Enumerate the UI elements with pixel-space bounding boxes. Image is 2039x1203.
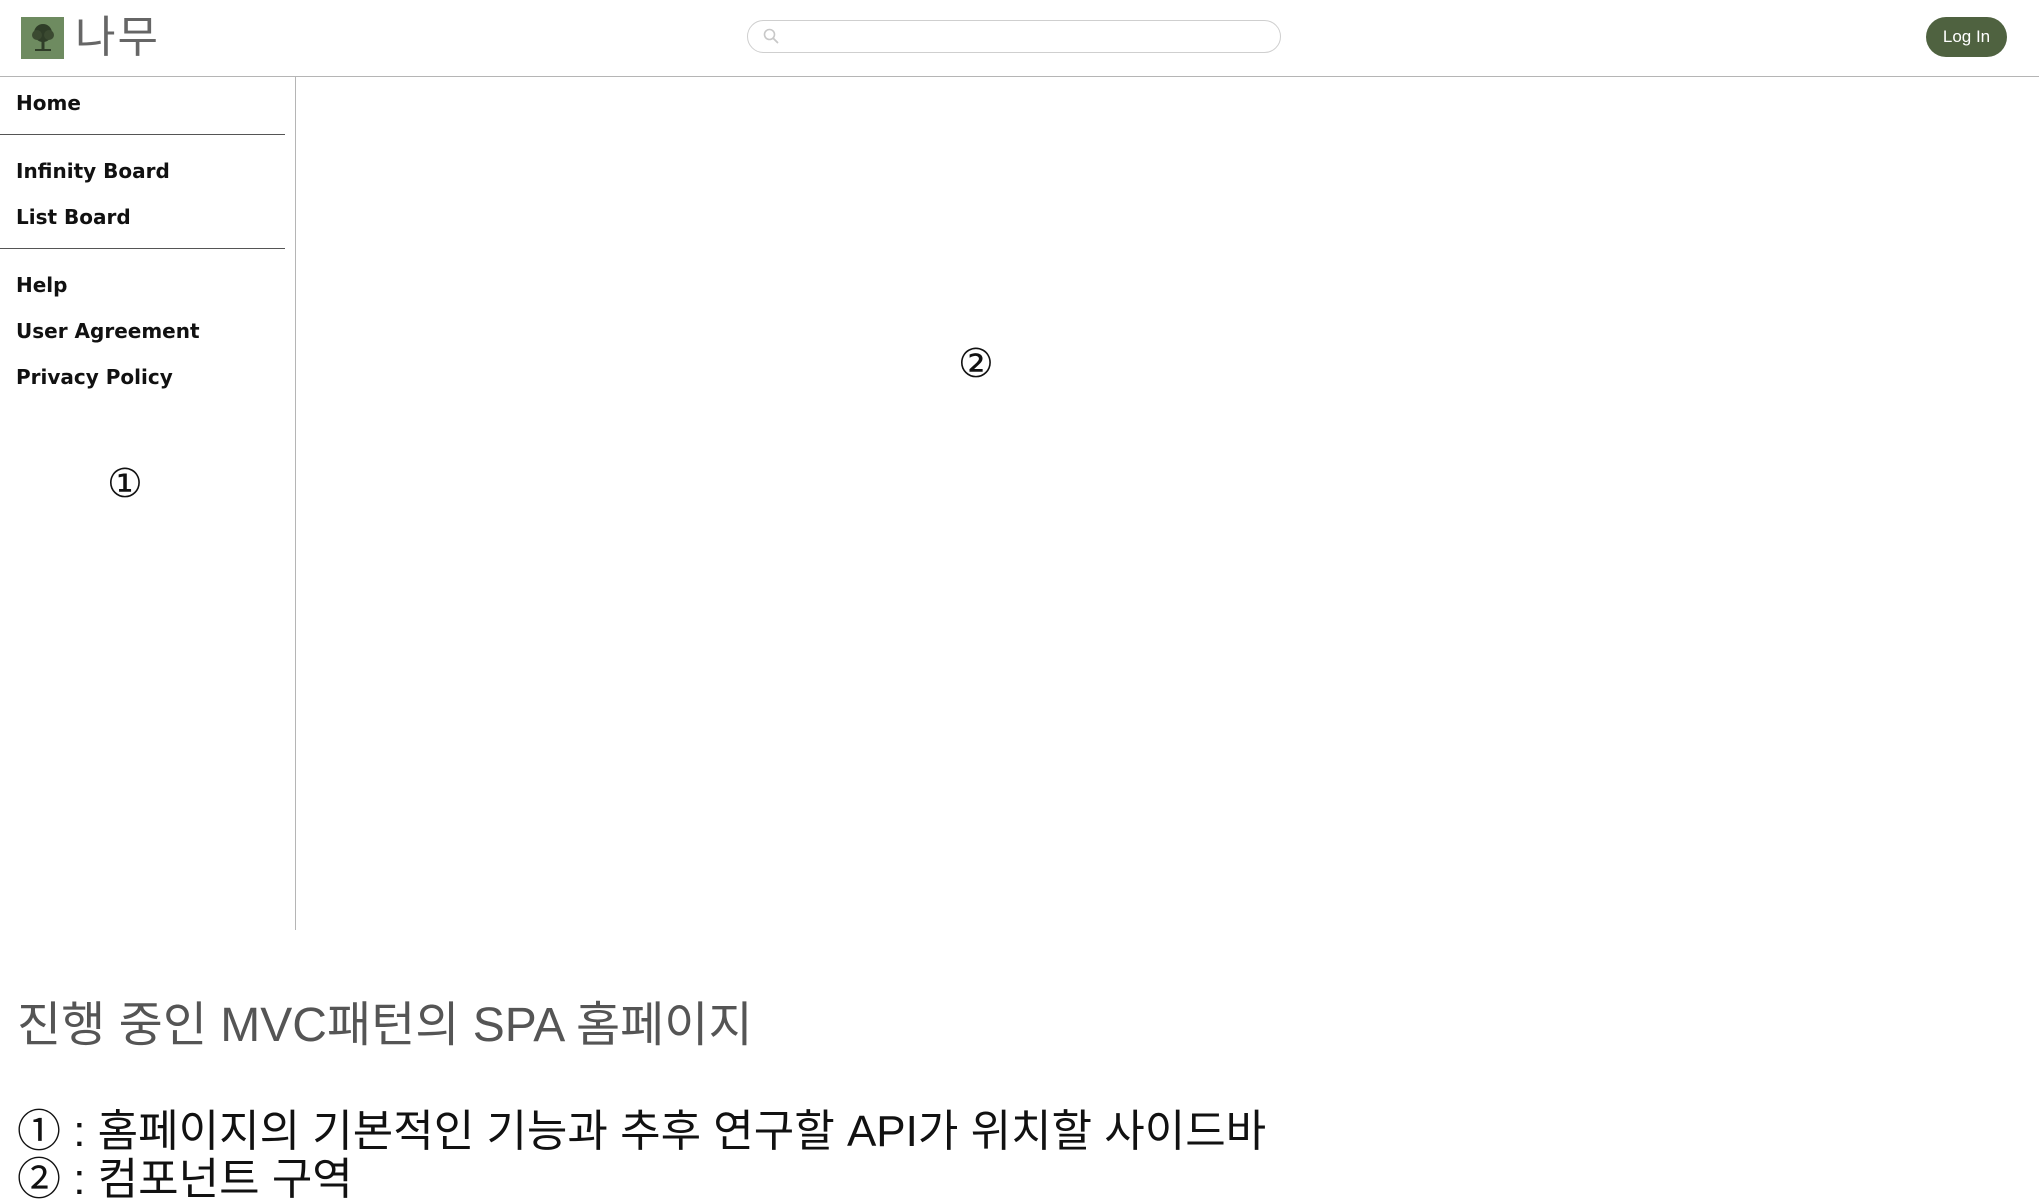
sidebar-divider	[0, 248, 285, 249]
site-logo[interactable]: 나무	[21, 15, 160, 60]
sidebar: Home Infinity Board List Board Help User…	[0, 77, 296, 930]
sidebar-item-user-agreement[interactable]: User Agreement	[16, 319, 200, 343]
sidebar-divider	[0, 134, 285, 135]
search-icon	[763, 28, 779, 44]
main-marker: ②	[958, 341, 994, 387]
sidebar-item-privacy-policy[interactable]: Privacy Policy	[16, 365, 173, 389]
sidebar-marker: ①	[107, 461, 143, 507]
sidebar-item-infinity-board[interactable]: Infinity Board	[16, 159, 170, 183]
sidebar-item-help[interactable]: Help	[16, 273, 67, 297]
sidebar-item-list-board[interactable]: List Board	[16, 205, 131, 229]
caption-line: ② : 컴포넌트 구역	[17, 1155, 353, 1203]
top-header: 나무 Log In	[0, 0, 2039, 77]
main-content: ②	[296, 77, 2039, 930]
tree-icon	[21, 16, 64, 59]
login-button[interactable]: Log In	[1926, 17, 2007, 57]
search-box[interactable]	[747, 20, 1281, 53]
sidebar-item-home[interactable]: Home	[16, 91, 81, 115]
caption-title: 진행 중인 MVC패턴의 SPA 홈페이지	[17, 999, 753, 1052]
page: 나무 Log In Home Infinity Board List Board…	[0, 0, 2039, 1203]
search-input[interactable]	[786, 24, 1270, 50]
logo-text: 나무	[75, 11, 160, 63]
